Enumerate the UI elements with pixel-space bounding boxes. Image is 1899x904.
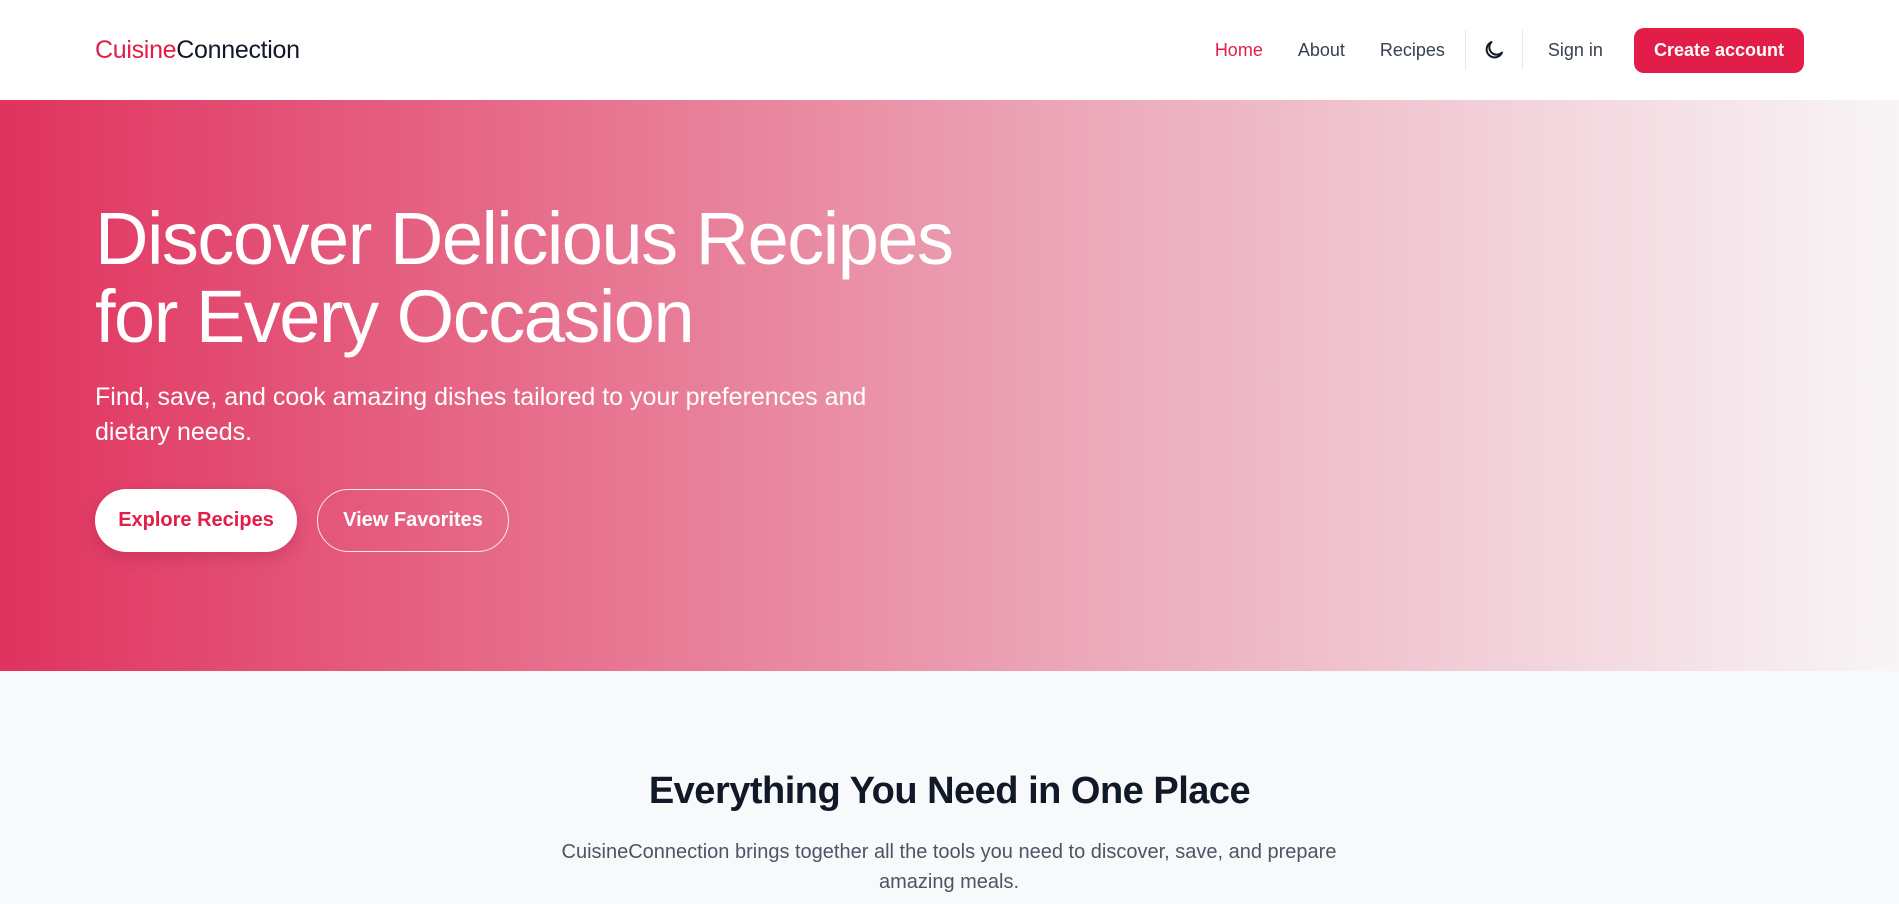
hero-title-line-2: for Every Occasion xyxy=(95,275,695,358)
top-header: CuisineConnection Home About Recipes Sig… xyxy=(0,0,1899,100)
theme-toggle-button[interactable] xyxy=(1476,32,1512,68)
features-title: Everything You Need in One Place xyxy=(648,770,1251,812)
main-nav: Home About Recipes Sign in Create accoun… xyxy=(1180,27,1804,73)
nav-about[interactable]: About xyxy=(1298,40,1345,61)
nav-home[interactable]: Home xyxy=(1215,40,1263,61)
nav-recipes[interactable]: Recipes xyxy=(1380,40,1445,61)
hero-title-line-1: Discover Delicious Recipes xyxy=(95,197,954,280)
features-subtitle: CuisineConnection brings together all th… xyxy=(561,841,1337,893)
moon-icon xyxy=(1485,41,1503,59)
view-favorites-button[interactable]: View Favorites xyxy=(317,489,509,552)
hero-subtitle: Find, save, and cook amazing dishes tail… xyxy=(95,383,867,446)
create-account-button[interactable]: Create account xyxy=(1633,27,1804,73)
hero-title: Discover Delicious Recipes for Every Occ… xyxy=(95,200,1015,356)
logo-part-cuisine: Cuisine xyxy=(95,35,177,64)
logo-part-connection: Connection xyxy=(176,35,300,64)
sign-in-link[interactable]: Sign in xyxy=(1548,40,1603,61)
nav-divider xyxy=(1464,30,1466,70)
hero-section: Discover Delicious Recipes for Every Occ… xyxy=(0,100,1899,671)
nav-divider xyxy=(1521,30,1523,70)
site-logo[interactable]: CuisineConnection xyxy=(95,36,300,65)
explore-recipes-button[interactable]: Explore Recipes xyxy=(95,489,297,552)
